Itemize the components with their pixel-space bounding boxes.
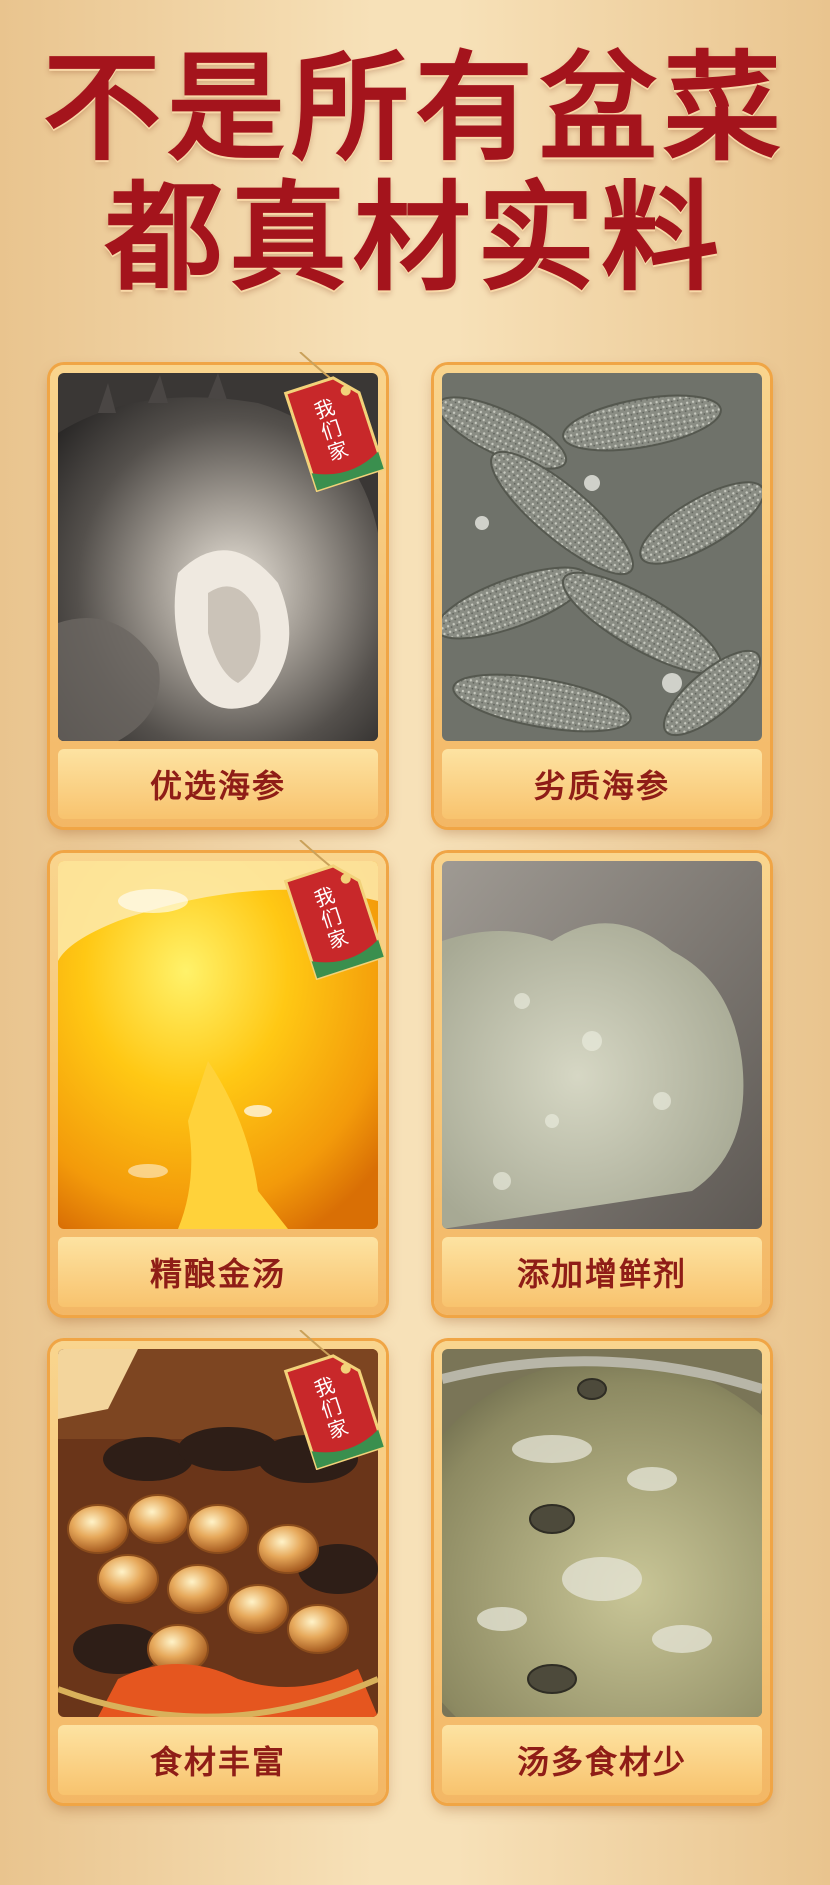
brand-tag-1: 我 们 家	[280, 351, 390, 493]
card-flavor-enhancer: 添加增鲜剂	[434, 853, 770, 1315]
headline-line-1: 不是所有盆菜	[42, 38, 787, 177]
caption-premium-sea-cucumber: 优选海参	[58, 749, 378, 819]
photo-flavor-enhancer	[442, 861, 762, 1229]
headline-line-2: 都真材实料	[104, 168, 725, 307]
caption-broth-heavy: 汤多食材少	[442, 1725, 762, 1795]
photo-broth-heavy	[442, 1349, 762, 1717]
card-inferior-sea-cucumber: 劣质海参	[434, 365, 770, 827]
photo-inferior-sea-cucumber	[442, 373, 762, 741]
caption-flavor-enhancer: 添加增鲜剂	[442, 1237, 762, 1307]
caption-inferior-sea-cucumber: 劣质海参	[442, 749, 762, 819]
card-broth-heavy: 汤多食材少	[434, 1341, 770, 1803]
caption-rich-ingredients: 食材丰富	[58, 1725, 378, 1795]
brand-tag-2: 我 们 家	[280, 839, 390, 981]
caption-golden-broth: 精酿金汤	[58, 1237, 378, 1307]
brand-tag-3: 我 们 家	[280, 1329, 390, 1471]
